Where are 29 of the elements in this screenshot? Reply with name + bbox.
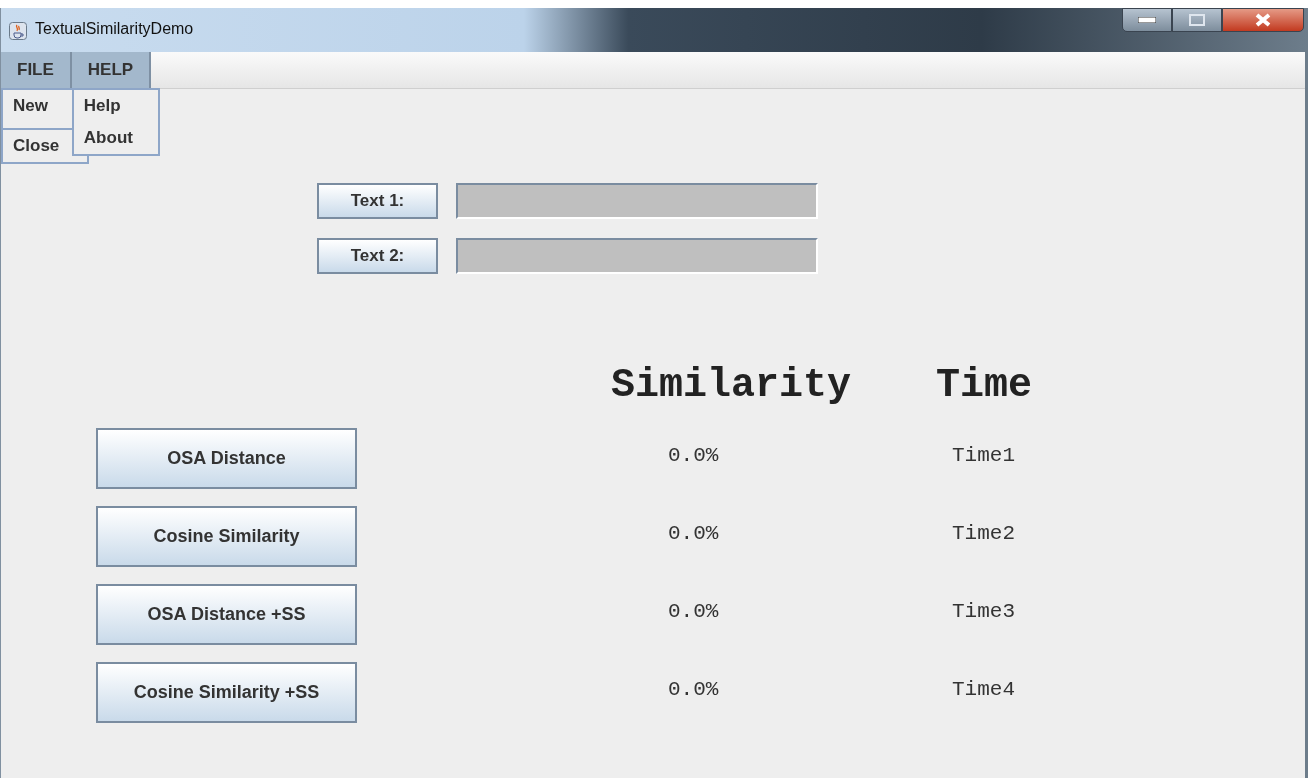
method-button[interactable]: Cosine Similarity +SS <box>96 662 357 723</box>
time-value: Time3 <box>952 600 1015 623</box>
method-button[interactable]: OSA Distance +SS <box>96 584 357 645</box>
window-title: TextualSimilarityDemo <box>35 20 194 38</box>
minimize-button[interactable] <box>1122 8 1172 32</box>
minimize-icon <box>1138 17 1156 23</box>
maximize-icon <box>1189 14 1205 26</box>
method-button[interactable]: Cosine Similarity <box>96 506 357 567</box>
text-field[interactable] <box>456 238 818 274</box>
similarity-value: 0.0% <box>668 678 720 701</box>
text-label-button[interactable]: Text 2: <box>317 238 438 274</box>
close-icon <box>1254 13 1272 27</box>
column-header: Similarity <box>611 363 853 408</box>
menu-item[interactable]: FILE <box>1 52 72 88</box>
text-field[interactable] <box>456 183 818 219</box>
maximize-button[interactable] <box>1172 8 1222 32</box>
text-label-button[interactable]: Text 1: <box>317 183 438 219</box>
time-value: Time1 <box>952 444 1015 467</box>
menu-option[interactable]: Help <box>73 90 158 122</box>
close-button[interactable] <box>1222 8 1304 32</box>
time-value: Time4 <box>952 678 1015 701</box>
column-header: Time <box>936 363 1032 408</box>
menu-item[interactable]: HELP <box>71 52 152 88</box>
method-button[interactable]: OSA Distance <box>96 428 357 489</box>
similarity-value: 0.0% <box>668 522 720 545</box>
time-value: Time2 <box>952 522 1015 545</box>
similarity-value: 0.0% <box>668 600 720 623</box>
similarity-value: 0.0% <box>668 444 720 467</box>
cup-icon <box>9 22 27 40</box>
